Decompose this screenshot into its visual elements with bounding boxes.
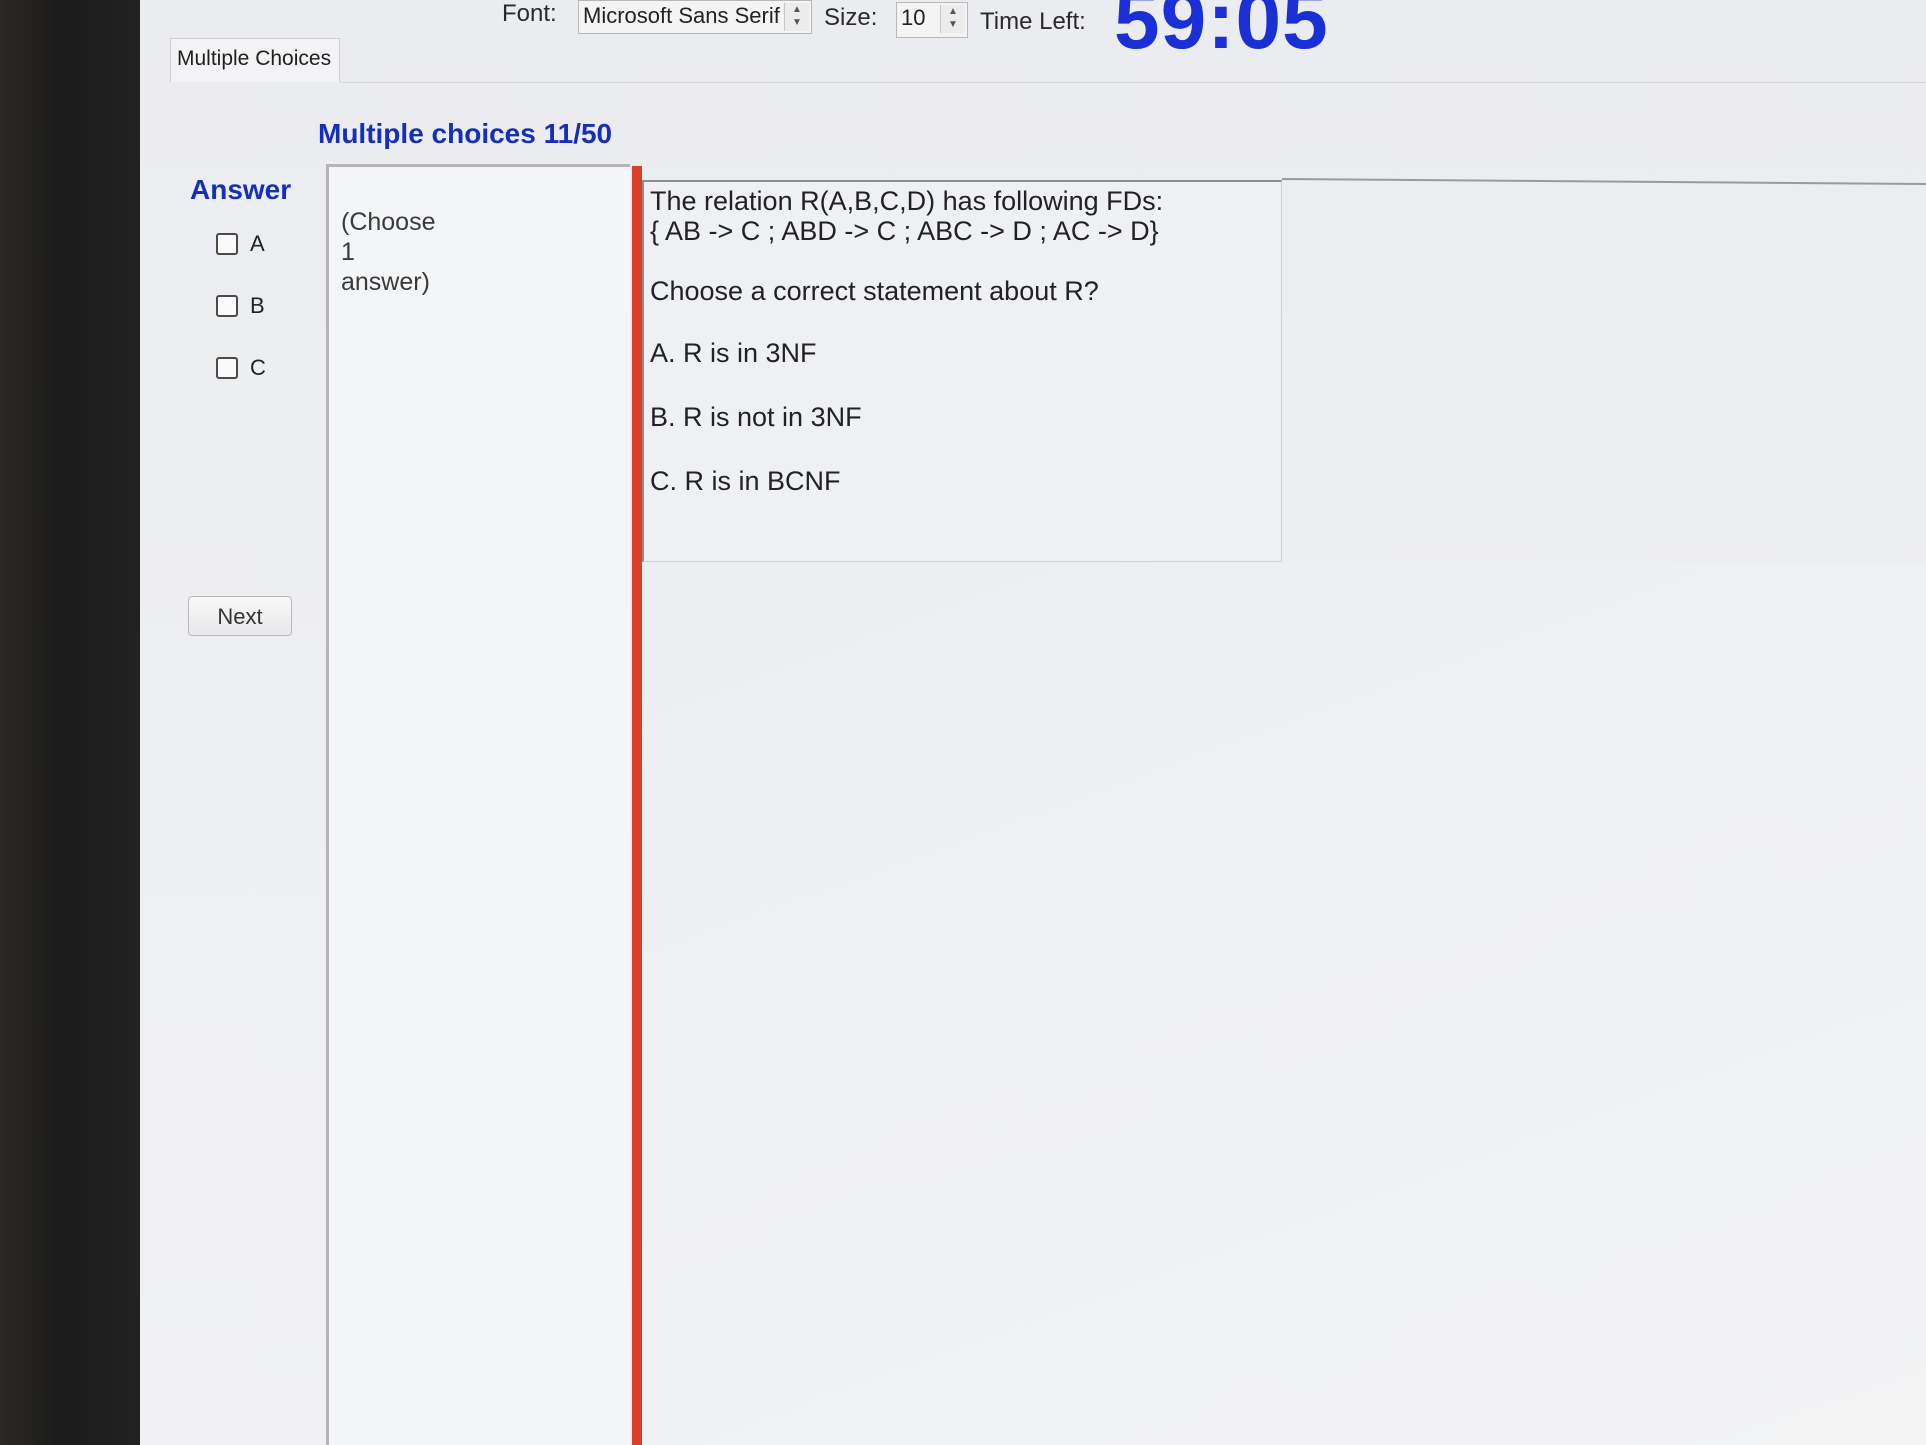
answer-option-b[interactable]: B <box>216 292 265 320</box>
app-window: Font: Microsoft Sans Serif ▲ ▼ Size: 10 ▲… <box>140 0 1926 1445</box>
tab-divider <box>340 82 1926 83</box>
font-label: Font: <box>502 0 557 27</box>
toolbar: Font: Microsoft Sans Serif ▲ ▼ Size: 10 ▲… <box>140 0 1926 66</box>
tab-multiple-choices[interactable]: Multiple Choices <box>170 38 340 82</box>
option-label-c: C <box>250 355 266 380</box>
tab-label: Multiple Choices <box>177 47 332 70</box>
font-select[interactable]: Microsoft Sans Serif ▲ ▼ <box>578 0 812 34</box>
size-label: Size: <box>824 4 878 31</box>
instruction-text: (Choose 1 answer) <box>341 207 436 297</box>
option-label-a: A <box>250 231 265 256</box>
checkbox-c[interactable] <box>216 357 238 379</box>
page-title: Multiple choices 11/50 <box>318 118 613 149</box>
font-select-value: Microsoft Sans Serif <box>583 3 780 28</box>
instruction-line-2: 1 <box>341 238 355 266</box>
time-left-label: Time Left: <box>980 8 1086 35</box>
answer-option-c[interactable]: C <box>216 354 266 382</box>
size-stepper[interactable]: 10 ▲ ▼ <box>896 2 968 38</box>
next-button[interactable]: Next <box>188 596 292 636</box>
answer-option-a[interactable]: A <box>216 230 265 258</box>
monitor-bezel <box>0 0 140 1445</box>
checkbox-a[interactable] <box>216 233 238 255</box>
checkbox-b[interactable] <box>216 295 238 317</box>
answer-heading: Answer <box>190 174 292 205</box>
question-panel: The relation R(A,B,C,D) has following FD… <box>642 180 1282 562</box>
countdown-timer: 59:05 <box>1114 0 1329 66</box>
choice-c: C. R is in BCNF <box>650 466 841 496</box>
panel-splitter[interactable] <box>632 166 642 1445</box>
content-area <box>642 562 1926 1445</box>
question-line-1: The relation R(A,B,C,D) has following FD… <box>650 186 1164 216</box>
question-panel-border <box>1281 178 1926 186</box>
option-label-b: B <box>250 293 265 318</box>
choice-b: B. R is not in 3NF <box>650 402 862 432</box>
question-line-2: { AB -> C ; ABD -> C ; ABC -> D ; AC -> … <box>650 216 1159 246</box>
size-value: 10 <box>901 5 926 30</box>
instruction-line-1: (Choose <box>341 208 436 236</box>
instruction-panel: (Choose 1 answer) <box>326 164 630 1445</box>
size-spinner-icon[interactable]: ▲ ▼ <box>940 5 965 33</box>
question-prompt: Choose a correct statement about R? <box>650 276 1099 306</box>
choice-a: A. R is in 3NF <box>650 338 817 368</box>
instruction-line-3: answer) <box>341 268 430 296</box>
font-spinner-icon[interactable]: ▲ ▼ <box>784 3 809 31</box>
